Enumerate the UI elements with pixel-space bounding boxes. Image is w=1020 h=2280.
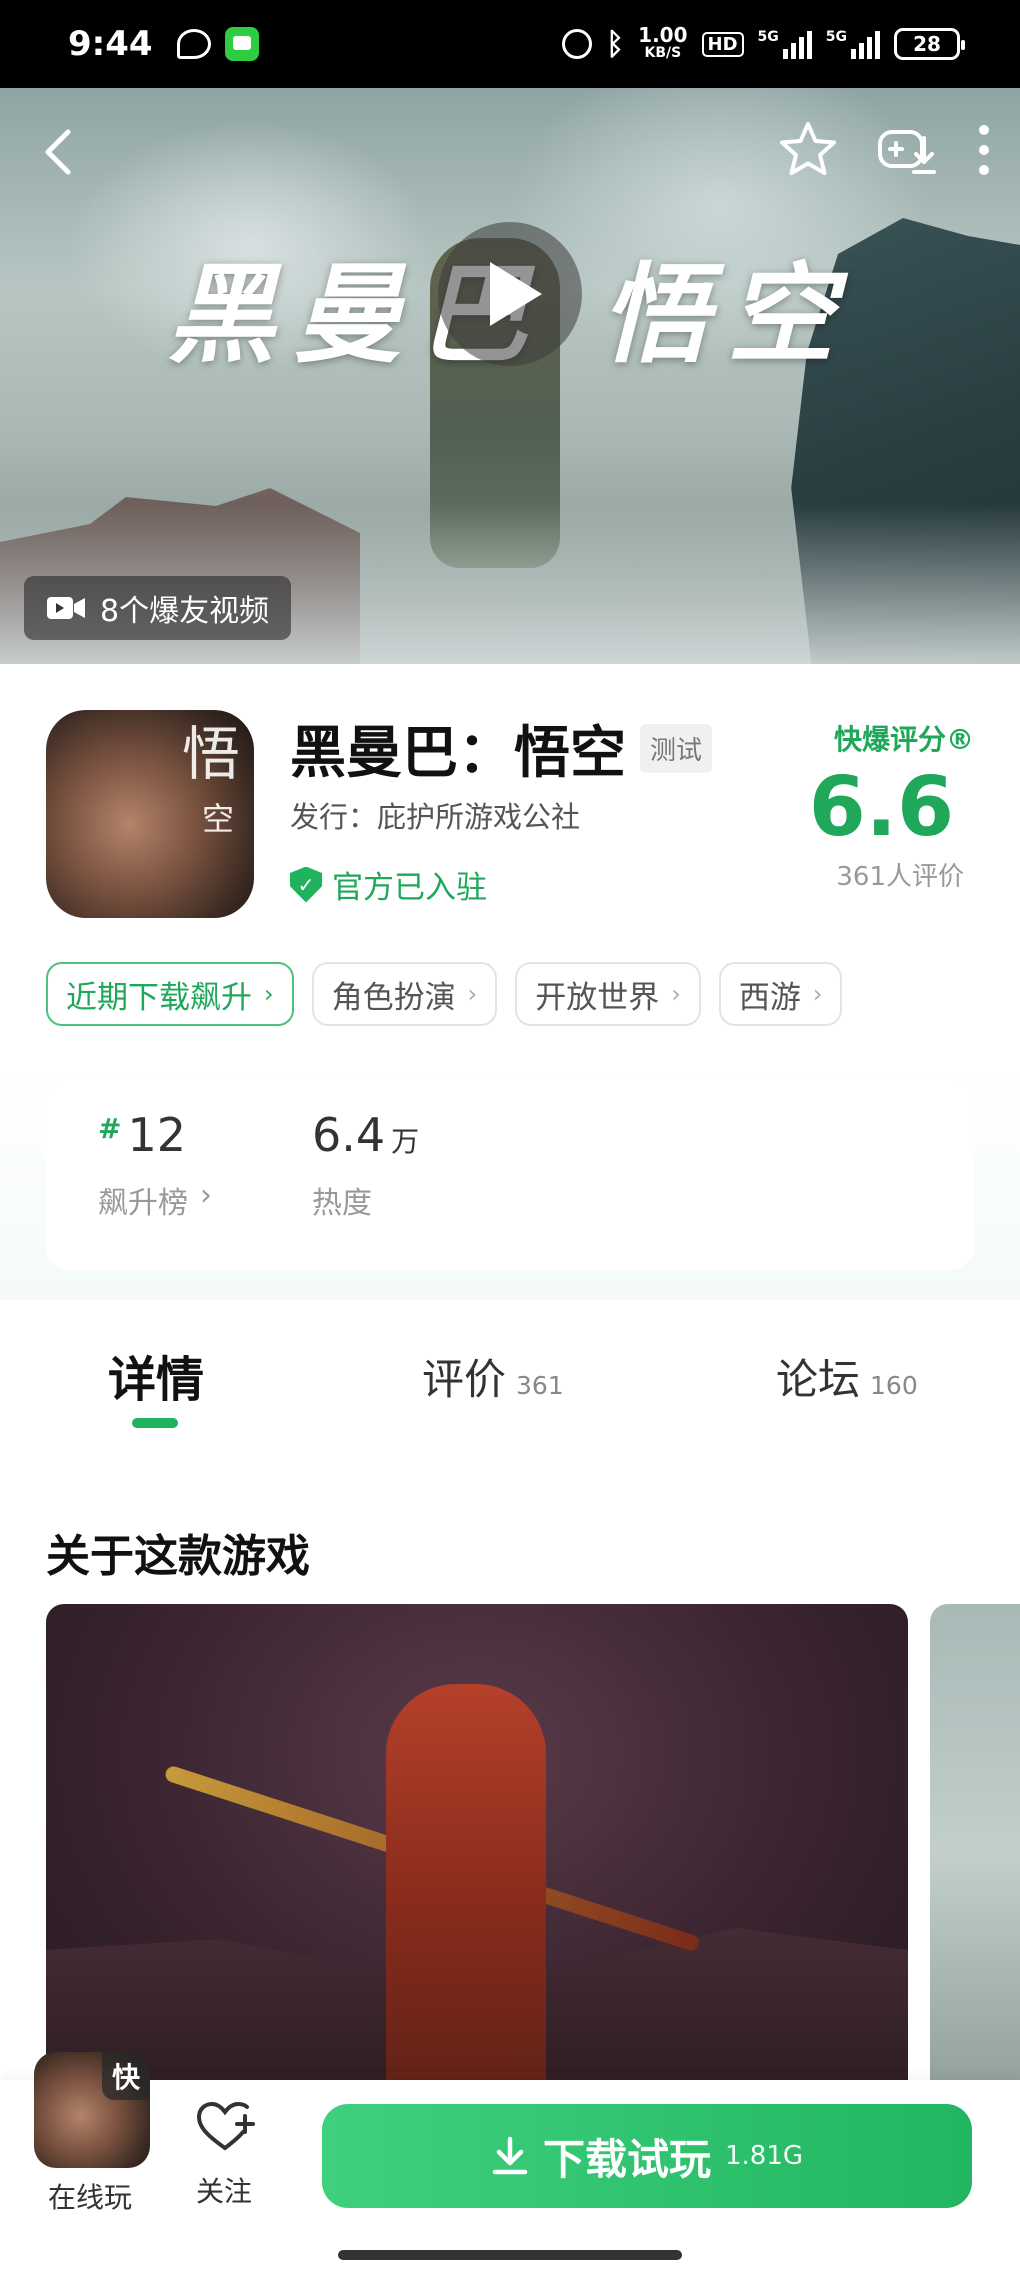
tab-forum[interactable]: 论坛 160 xyxy=(776,1346,918,1407)
online-play-icon[interactable]: 快 xyxy=(34,2052,150,2168)
rank-value: 12 xyxy=(127,1108,187,1162)
download-label: 下载试玩 xyxy=(542,2134,711,2184)
battery-level: 28 xyxy=(913,32,941,56)
app-icon: 悟 空 xyxy=(46,710,254,918)
rank-hash: # xyxy=(98,1112,122,1145)
speed-unit: KB/S xyxy=(644,45,682,61)
rating-count[interactable]: 361人评价 xyxy=(836,856,964,893)
tab-active-indicator xyxy=(132,1418,178,1428)
chevron-right-icon: › xyxy=(812,980,823,1008)
mini-app-corner: 快 xyxy=(102,2052,150,2100)
alarm-icon xyxy=(562,29,593,59)
status-time: 9:44 xyxy=(68,24,153,64)
heat-stat: 6.4 万 热度 xyxy=(312,1108,419,1222)
heat-unit: 万 xyxy=(391,1125,420,1158)
video-icon xyxy=(47,597,85,619)
battery-icon: 28 xyxy=(894,28,965,60)
follow-button[interactable] xyxy=(190,2100,260,2154)
video-count-badge[interactable]: 8个爆友视频 xyxy=(24,576,292,640)
tag-list: 近期下载飙升 › 角色扮演 › 开放世界 › 西游 › xyxy=(46,962,843,1026)
banner-actions xyxy=(776,118,996,182)
online-play-label[interactable]: 在线玩 xyxy=(48,2176,132,2216)
network-type-2: 5G xyxy=(825,29,847,45)
back-icon[interactable] xyxy=(30,122,90,182)
tab-count: 361 xyxy=(516,1371,564,1400)
tab-label: 评价 xyxy=(422,1355,507,1404)
heat-label: 热度 xyxy=(312,1186,372,1221)
download-icon xyxy=(492,2136,528,2175)
app-icon-glyph: 悟 xyxy=(181,720,240,788)
tag-trending[interactable]: 近期下载飙升 › xyxy=(46,962,294,1026)
download-trial-button[interactable]: 下载试玩 1.81G xyxy=(322,2104,972,2208)
section-title: 关于这款游戏 xyxy=(46,1531,310,1582)
more-icon[interactable] xyxy=(972,118,996,182)
publisher[interactable]: 发行：庇护所游戏公社 xyxy=(290,794,580,836)
screenshot-hero xyxy=(386,1684,546,2104)
home-indicator[interactable] xyxy=(338,2250,682,2260)
follow-label[interactable]: 关注 xyxy=(196,2170,252,2210)
download-size: 1.81G xyxy=(724,2141,804,2171)
chevron-right-icon: › xyxy=(467,980,478,1008)
chevron-right-icon: › xyxy=(671,980,681,1008)
signal-icon-1: 5G xyxy=(758,29,812,59)
network-type-1: 5G xyxy=(757,29,779,45)
heat-value: 6.4 xyxy=(312,1108,386,1162)
hd-icon: HD xyxy=(701,31,744,57)
tab-bar: 详情 评价 361 论坛 160 xyxy=(0,1340,1020,1450)
tab-count: 160 xyxy=(870,1371,918,1400)
tab-label: 详情 xyxy=(108,1352,205,1408)
rating-score[interactable]: 6.6 xyxy=(809,760,954,855)
official-label: 官方已入驻 xyxy=(332,870,487,906)
message-notification-icon xyxy=(224,27,259,61)
stats-card: # 12 飙升榜 › 6.4 万 热度 xyxy=(46,1080,974,1270)
chevron-right-icon: › xyxy=(264,980,274,1008)
tag-label: 角色扮演 xyxy=(331,979,456,1016)
screenshot-1[interactable] xyxy=(46,1604,908,2104)
tab-reviews[interactable]: 评价 361 xyxy=(422,1346,564,1407)
play-button[interactable] xyxy=(438,222,582,366)
tag-label: 开放世界 xyxy=(535,979,660,1016)
game-download-icon[interactable] xyxy=(874,118,938,182)
tag-label: 西游 xyxy=(738,979,801,1016)
chat-notification-icon xyxy=(176,29,211,59)
app-icon-glyph-2: 空 xyxy=(201,800,234,838)
rating-label: 快爆评分® xyxy=(833,723,974,756)
heart-plus-icon xyxy=(196,2101,255,2150)
official-badge[interactable]: ✓ 官方已入驻 xyxy=(290,862,487,907)
video-badge-label: 8个爆友视频 xyxy=(100,594,270,629)
bluetooth-icon: ᛒ xyxy=(606,26,625,62)
play-icon xyxy=(490,262,542,326)
tag-label: 近期下载飙升 xyxy=(66,979,252,1016)
screenshot-2[interactable] xyxy=(930,1604,1020,2104)
signal-icon-2: 5G xyxy=(826,29,880,59)
rank-stat[interactable]: # 12 飙升榜 › xyxy=(98,1108,212,1222)
tag-journey-west[interactable]: 西游 › xyxy=(718,962,843,1026)
status-bar: 9:44 ᛒ 1.00 KB/S HD 5G 5G 28 xyxy=(0,0,1020,88)
network-speed: 1.00 KB/S xyxy=(638,23,688,62)
tab-details[interactable]: 详情 xyxy=(108,1340,204,1410)
app-name: 黑曼巴：悟空 xyxy=(290,721,626,786)
rank-label: 飙升榜 xyxy=(98,1186,188,1221)
tag-open-world[interactable]: 开放世界 › xyxy=(515,962,701,1026)
tab-label: 论坛 xyxy=(776,1355,861,1404)
chevron-right-icon: › xyxy=(200,1178,212,1213)
star-icon[interactable] xyxy=(776,118,840,182)
speed-value: 1.00 xyxy=(638,23,688,47)
verified-shield-icon: ✓ xyxy=(290,866,322,903)
test-badge: 测试 xyxy=(640,724,713,773)
tag-rpg[interactable]: 角色扮演 › xyxy=(311,962,498,1026)
